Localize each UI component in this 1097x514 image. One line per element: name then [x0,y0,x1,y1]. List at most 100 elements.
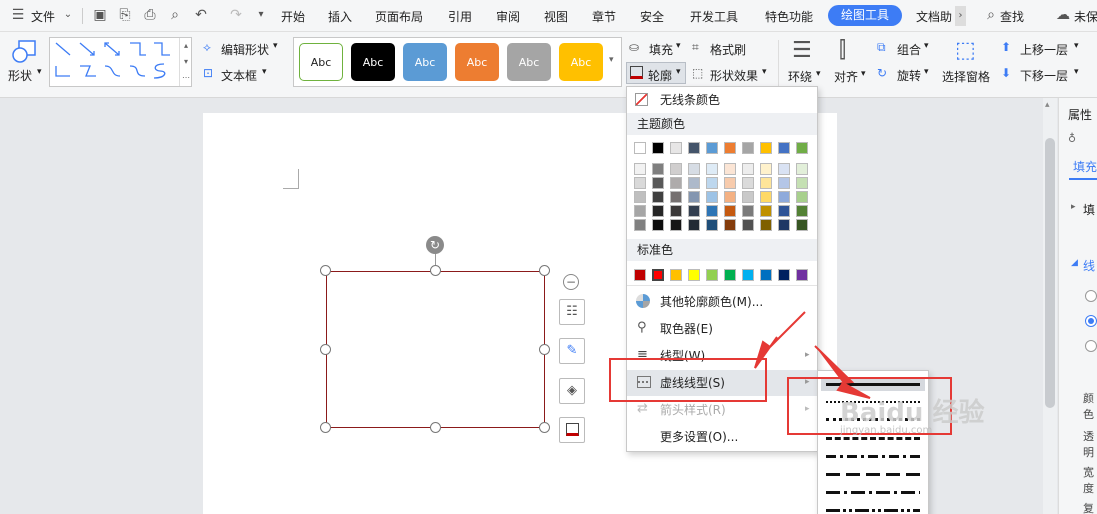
style-sample-4[interactable]: Abc [455,43,499,81]
theme-shade-swatch[interactable] [652,219,664,231]
collapse-toolbar-icon[interactable]: − [563,274,579,290]
theme-color-swatch[interactable] [796,142,808,154]
shape-button[interactable]: 形状 [8,67,32,84]
outline-tool-icon[interactable] [559,417,585,443]
tab-features[interactable]: 特色功能 [765,8,813,25]
scroll-thumb[interactable] [1045,138,1055,408]
theme-shade-swatch[interactable] [742,177,754,189]
standard-color-swatch[interactable] [724,269,736,281]
resize-handle-s[interactable] [430,422,441,433]
tab-drawing-tools[interactable]: 绘图工具 [828,5,902,26]
theme-shade-swatch[interactable] [742,205,754,217]
standard-color-swatch[interactable] [688,269,700,281]
theme-color-swatch[interactable] [778,142,790,154]
theme-shade-swatch[interactable] [688,191,700,203]
theme-shade-swatch[interactable] [724,191,736,203]
no-line-color-item[interactable]: 无线条颜色 [627,87,817,113]
align-button[interactable]: 对齐 [834,68,858,85]
dash-option-long-dash[interactable] [826,473,920,476]
chevron-down-icon[interactable]: ▾ [924,41,929,51]
theme-shade-swatch[interactable] [760,177,772,189]
theme-shade-swatch[interactable] [796,205,808,217]
format-brush-button[interactable]: 格式刷 [710,41,746,58]
theme-color-swatch[interactable] [634,142,646,154]
tab-view[interactable]: 视图 [544,8,568,25]
redo-icon[interactable]: ↷ [228,7,244,23]
group-button[interactable]: 组合 [897,41,921,58]
tab-security[interactable]: 安全 [640,8,664,25]
theme-shade-swatch[interactable] [706,177,718,189]
standard-color-swatch[interactable] [778,269,790,281]
theme-shade-swatch[interactable] [778,219,790,231]
theme-shade-swatch[interactable] [652,177,664,189]
theme-shade-swatch[interactable] [670,177,682,189]
dash-option-dash[interactable] [826,437,920,440]
dash-option-long-dash-dot[interactable] [826,491,920,494]
dash-option-dash-dot[interactable] [826,455,920,458]
scroll-up-icon[interactable]: ▴ [1045,100,1050,110]
wrap-button[interactable]: 环绕 [788,68,812,85]
style-sample-2[interactable]: Abc [351,43,395,81]
theme-shade-swatch[interactable] [778,191,790,203]
tab-start[interactable]: 开始 [281,8,305,25]
expand-icon[interactable]: ▸ [1071,202,1076,212]
selected-rectangle-shape[interactable] [326,271,545,428]
solid-line-radio[interactable] [1085,315,1097,327]
dash-option-long-dash-dot-dot[interactable] [826,509,920,512]
style-sample-6[interactable]: Abc [559,43,603,81]
theme-shade-swatch[interactable] [634,205,646,217]
theme-shade-swatch[interactable] [796,191,808,203]
chevron-down-icon[interactable]: ▾ [676,67,681,77]
textbox-button[interactable]: 文本框 [221,67,257,84]
collapse-icon[interactable]: ◢ [1071,258,1078,268]
theme-shade-swatch[interactable] [778,177,790,189]
standard-color-swatch[interactable] [742,269,754,281]
theme-shade-swatch[interactable] [742,163,754,175]
chevron-down-icon[interactable]: ▾ [676,41,681,51]
tab-insert[interactable]: 插入 [328,8,352,25]
tab-chapter[interactable]: 章节 [592,8,616,25]
tab-doc-helper[interactable]: 文档助 [916,8,952,25]
tab-developer[interactable]: 开发工具 [690,8,738,25]
rotate-button[interactable]: 旋转 [897,67,921,84]
theme-shade-swatch[interactable] [634,191,646,203]
lines-gallery[interactable]: ▴ ▾ ⋯ [49,37,192,87]
standard-color-swatch[interactable] [634,269,646,281]
chevron-down-icon[interactable]: ⌄ [60,7,76,23]
cloud-icon[interactable]: ☁ [1055,7,1071,23]
theme-color-swatch[interactable] [652,142,664,154]
chevron-down-icon[interactable]: ▾ [861,69,866,79]
style-sample-1[interactable]: Abc [299,43,343,81]
theme-shade-swatch[interactable] [688,219,700,231]
tab-review[interactable]: 审阅 [496,8,520,25]
theme-shade-swatch[interactable] [634,219,646,231]
theme-shade-swatch[interactable] [724,219,736,231]
theme-color-swatch[interactable] [670,142,682,154]
theme-shade-swatch[interactable] [706,219,718,231]
search-label[interactable]: 查找 [1000,8,1024,25]
theme-shade-swatch[interactable] [742,219,754,231]
theme-shade-swatch[interactable] [706,163,718,175]
theme-shade-swatch[interactable] [796,177,808,189]
resize-handle-e[interactable] [539,344,550,355]
send-backward-button[interactable]: 下移一层 [1020,67,1068,84]
more-outline-colors-item[interactable]: 其他轮廓颜色(M)... [627,289,817,315]
search-icon[interactable]: ⌕ [983,7,999,23]
document-scrollbar[interactable]: ▴ [1043,98,1057,514]
theme-shade-swatch[interactable] [760,163,772,175]
theme-shade-swatch[interactable] [652,191,664,203]
rotate-handle-icon[interactable]: ↻ [426,236,444,254]
undo-icon[interactable]: ↶ [193,7,209,23]
hamburger-icon[interactable]: ☰ [10,7,26,23]
tab-references[interactable]: 引用 [448,8,472,25]
no-line-radio[interactable] [1085,290,1097,302]
theme-shade-swatch[interactable] [706,191,718,203]
theme-shade-swatch[interactable] [670,163,682,175]
fill-button[interactable]: 填充 [649,41,673,58]
theme-shade-swatch[interactable] [796,219,808,231]
fill-bucket-icon[interactable]: ◈ [559,378,585,404]
tab-layout[interactable]: 页面布局 [375,8,423,25]
theme-color-swatch[interactable] [724,142,736,154]
line-section[interactable]: 线 [1083,257,1095,274]
gallery-scroll-icon[interactable]: ▴ ▾ ⋯ [179,38,192,86]
